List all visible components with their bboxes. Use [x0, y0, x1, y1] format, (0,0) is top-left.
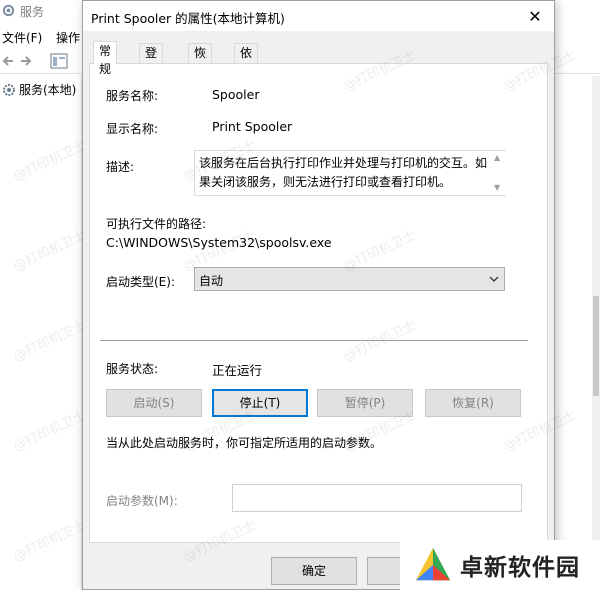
startup-params-hint: 当从此处启动服务时，你可指定所适用的启动参数。 — [106, 436, 383, 450]
scroll-down-icon[interactable]: ▼ — [494, 183, 500, 192]
exe-path-label: 可执行文件的路径: — [106, 217, 207, 231]
console-view-icon[interactable] — [50, 53, 68, 69]
tab-dependencies[interactable]: 依存关系 — [234, 43, 259, 114]
tab-panel-general: 服务名称: Spooler 显示名称: Print Spooler 描述: 该服… — [89, 63, 548, 543]
menu-action[interactable]: 操作 — [56, 29, 80, 46]
site-badge-text: 卓新软件园 — [460, 555, 580, 581]
tree-item-services-local[interactable]: 服务(本地) — [2, 81, 76, 98]
description-text: 该服务在后台执行打印作业并处理与打印机的交互。如果关闭该服务，则无法进行打印或查… — [199, 156, 488, 189]
startup-type-select[interactable]: 自动 — [194, 267, 505, 291]
resume-button[interactable]: 恢复(R) — [425, 389, 521, 417]
startup-params-label: 启动参数(M): — [106, 494, 178, 508]
dialog-title: Print Spooler 的属性(本地计算机) — [91, 11, 285, 26]
service-status-label: 服务状态: — [106, 362, 159, 376]
services-tree: 服务(本地) — [0, 76, 82, 590]
forward-arrow-icon[interactable] — [20, 55, 32, 67]
scrollbar-thumb[interactable] — [593, 296, 599, 396]
description-scrollbar[interactable]: ▲ ▼ — [491, 151, 506, 195]
display-name-value: Print Spooler — [212, 119, 293, 134]
tree-item-label: 服务(本地) — [19, 83, 77, 97]
description-box[interactable]: 该服务在后台执行打印作业并处理与打印机的交互。如果关闭该服务，则无法进行打印或查… — [194, 150, 506, 196]
service-name-label: 服务名称: — [106, 89, 159, 103]
back-arrow-icon[interactable] — [2, 55, 14, 67]
section-divider — [100, 340, 528, 341]
pause-button[interactable]: 暂停(P) — [317, 389, 413, 417]
service-status-value: 正在运行 — [212, 363, 263, 378]
chevron-down-icon — [489, 276, 499, 282]
tab-general[interactable]: 常规 — [93, 41, 118, 76]
stop-button[interactable]: 停止(T) — [212, 389, 308, 417]
description-label: 描述: — [106, 160, 135, 174]
site-logo-icon — [415, 547, 451, 581]
site-badge: 卓新软件园 — [400, 540, 600, 590]
menu-file[interactable]: 文件(F) — [2, 29, 42, 46]
close-icon[interactable]: ✕ — [523, 5, 547, 27]
gear-icon — [3, 83, 15, 96]
startup-params-input[interactable] — [232, 484, 522, 512]
services-scrollbar[interactable] — [592, 76, 600, 590]
dialog-titlebar: Print Spooler 的属性(本地计算机) ✕ — [83, 1, 554, 31]
properties-dialog: Print Spooler 的属性(本地计算机) ✕ 常规 登录 恢复 依存关系… — [82, 0, 555, 590]
display-name-label: 显示名称: — [106, 122, 159, 136]
services-app-icon — [2, 4, 15, 17]
tab-recovery[interactable]: 恢复 — [188, 43, 213, 78]
tab-logon[interactable]: 登录 — [139, 43, 164, 78]
service-name-value: Spooler — [212, 87, 260, 102]
exe-path-value: C:\WINDOWS\System32\spoolsv.exe — [106, 235, 332, 250]
start-button[interactable]: 启动(S) — [106, 389, 202, 417]
startup-type-label: 启动类型(E): — [106, 275, 175, 289]
services-title: 服务 — [20, 5, 45, 19]
startup-type-value: 自动 — [199, 274, 224, 288]
scroll-up-icon[interactable]: ▲ — [494, 153, 500, 162]
ok-button[interactable]: 确定 — [271, 557, 357, 585]
